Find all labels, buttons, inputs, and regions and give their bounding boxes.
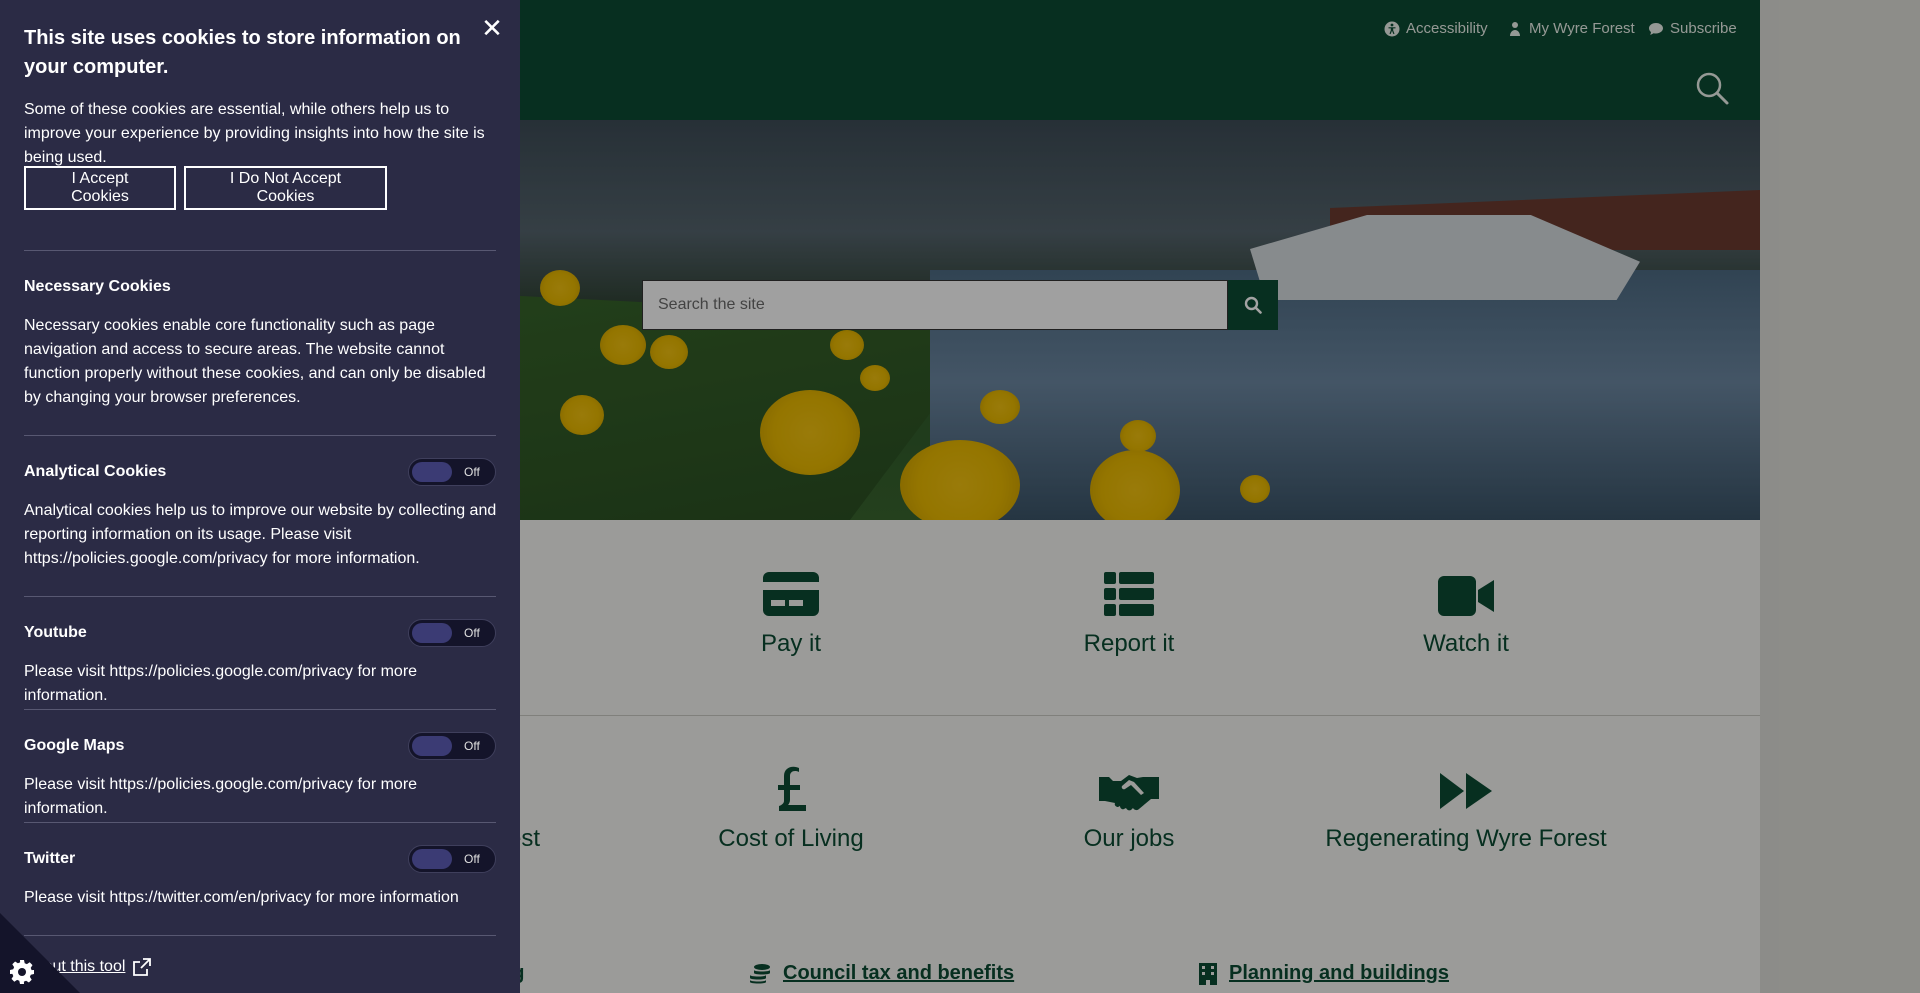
youtube-cookies-text: Please visit https://policies.google.com… bbox=[24, 663, 418, 704]
analytical-cookies-text: Analytical cookies help us to improve ou… bbox=[24, 502, 497, 567]
twitter-cookies-title: Twitter bbox=[24, 850, 76, 867]
cookie-panel: ✕ This site uses cookies to store inform… bbox=[0, 0, 520, 993]
reject-cookies-button[interactable]: I Do Not Accept Cookies bbox=[184, 166, 387, 210]
twitter-cookies-toggle[interactable]: Off bbox=[408, 845, 496, 873]
analytical-cookies-toggle[interactable]: Off bbox=[408, 458, 496, 486]
close-icon[interactable]: ✕ bbox=[479, 16, 505, 42]
necessary-cookies-title: Necessary Cookies bbox=[24, 278, 171, 295]
toggle-state: Off bbox=[464, 852, 480, 866]
toggle-state: Off bbox=[464, 626, 480, 640]
twitter-cookies-text: Please visit https://twitter.com/en/priv… bbox=[24, 889, 459, 906]
cookie-title: This site uses cookies to store informat… bbox=[24, 27, 461, 78]
gear-icon[interactable] bbox=[9, 959, 35, 985]
cookie-intro: Some of these cookies are essential, whi… bbox=[24, 101, 485, 166]
youtube-cookies-title: Youtube bbox=[24, 624, 87, 641]
accept-cookies-button[interactable]: I Accept Cookies bbox=[24, 166, 176, 210]
necessary-cookies-text: Necessary cookies enable core functional… bbox=[24, 317, 486, 406]
toggle-state: Off bbox=[464, 465, 480, 479]
toggle-state: Off bbox=[464, 739, 480, 753]
google-maps-cookies-text: Please visit https://policies.google.com… bbox=[24, 776, 418, 817]
external-link-icon bbox=[133, 958, 152, 976]
google-maps-cookies-toggle[interactable]: Off bbox=[408, 732, 496, 760]
youtube-cookies-toggle[interactable]: Off bbox=[408, 619, 496, 647]
analytical-cookies-title: Analytical Cookies bbox=[24, 463, 167, 480]
google-maps-cookies-title: Google Maps bbox=[24, 737, 125, 754]
